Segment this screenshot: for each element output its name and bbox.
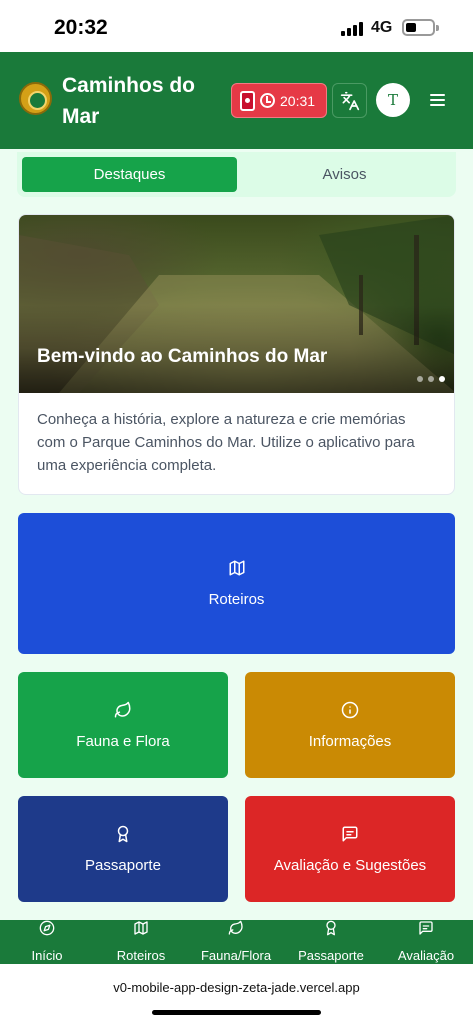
roteiros-button[interactable]: Roteiros: [18, 513, 455, 654]
compass-icon: [39, 920, 55, 936]
passaporte-label: Passaporte: [85, 856, 161, 874]
leaf-icon: [228, 920, 243, 935]
tab-avisos[interactable]: Avisos: [237, 157, 452, 192]
welcome-card: Bem-vindo ao Caminhos do Mar Conheça a h…: [18, 214, 455, 495]
carousel-dot-active[interactable]: [439, 376, 445, 382]
info-icon: [341, 701, 359, 718]
welcome-title: Bem-vindo ao Caminhos do Mar: [37, 346, 328, 367]
award-icon: [326, 920, 336, 936]
nav-item-avaliacao[interactable]: Avaliação: [379, 920, 473, 964]
avaliacao-button[interactable]: Avaliação e Sugestões: [245, 796, 455, 902]
user-avatar[interactable]: T: [376, 83, 410, 117]
status-time: 20:32: [54, 16, 108, 39]
nav-item-roteiros[interactable]: Roteiros: [94, 920, 188, 964]
home-indicator[interactable]: [152, 1010, 321, 1015]
carousel-dot[interactable]: [417, 376, 423, 382]
browser-url-bar[interactable]: v0-mobile-app-design-zeta-jade.vercel.ap…: [0, 964, 473, 1024]
bottom-navigation: Início Roteiros Fauna/Flora Passaporte A…: [0, 920, 473, 964]
nav-label: Fauna/Flora: [200, 948, 272, 963]
carousel-dot[interactable]: [428, 376, 434, 382]
url-text[interactable]: v0-mobile-app-design-zeta-jade.vercel.ap…: [0, 980, 473, 995]
leaf-icon: [114, 701, 131, 717]
park-logo[interactable]: [19, 82, 52, 115]
tab-destaques[interactable]: Destaques: [22, 157, 237, 192]
translate-icon: [340, 91, 359, 110]
message-square-icon: [419, 921, 433, 935]
roteiros-label: Roteiros: [208, 591, 265, 608]
nav-item-inicio[interactable]: Início: [0, 920, 94, 964]
welcome-description: Conheça a história, explore a natureza e…: [37, 411, 415, 474]
award-icon: [117, 825, 129, 842]
passaporte-button[interactable]: Passaporte: [18, 796, 228, 902]
fauna-flora-button[interactable]: Fauna e Flora: [18, 672, 228, 778]
nav-label: Passaporte: [298, 948, 364, 963]
timer-value: 20:31: [280, 92, 316, 109]
status-bar: 20:32 4G: [0, 0, 473, 52]
timer-button[interactable]: 20:31: [231, 83, 327, 118]
fauna-flora-label: Fauna e Flora: [76, 732, 170, 750]
app-title: Caminhos do Mar: [62, 74, 196, 128]
network-type: 4G: [371, 19, 393, 36]
language-button[interactable]: [332, 83, 367, 118]
nav-label: Início: [31, 948, 63, 963]
map-icon: [229, 560, 244, 576]
nav-item-fauna-flora[interactable]: Fauna/Flora: [189, 920, 283, 964]
signal-icon: [341, 22, 363, 36]
nav-item-passaporte[interactable]: Passaporte: [284, 920, 378, 964]
map-icon: [134, 921, 148, 935]
nav-label: Roteiros: [116, 948, 166, 963]
avaliacao-label: Avaliação e Sugestões: [273, 856, 427, 874]
battery-icon: [402, 19, 439, 36]
informacoes-button[interactable]: Informações: [245, 672, 455, 778]
informacoes-label: Informações: [308, 732, 392, 750]
menu-icon[interactable]: [430, 94, 445, 107]
clock-icon: [260, 93, 275, 108]
ticket-icon: [240, 90, 255, 111]
nav-label: Avaliação: [397, 948, 455, 963]
message-square-icon: [342, 826, 358, 841]
content-tabs: Destaques Avisos: [17, 152, 456, 197]
